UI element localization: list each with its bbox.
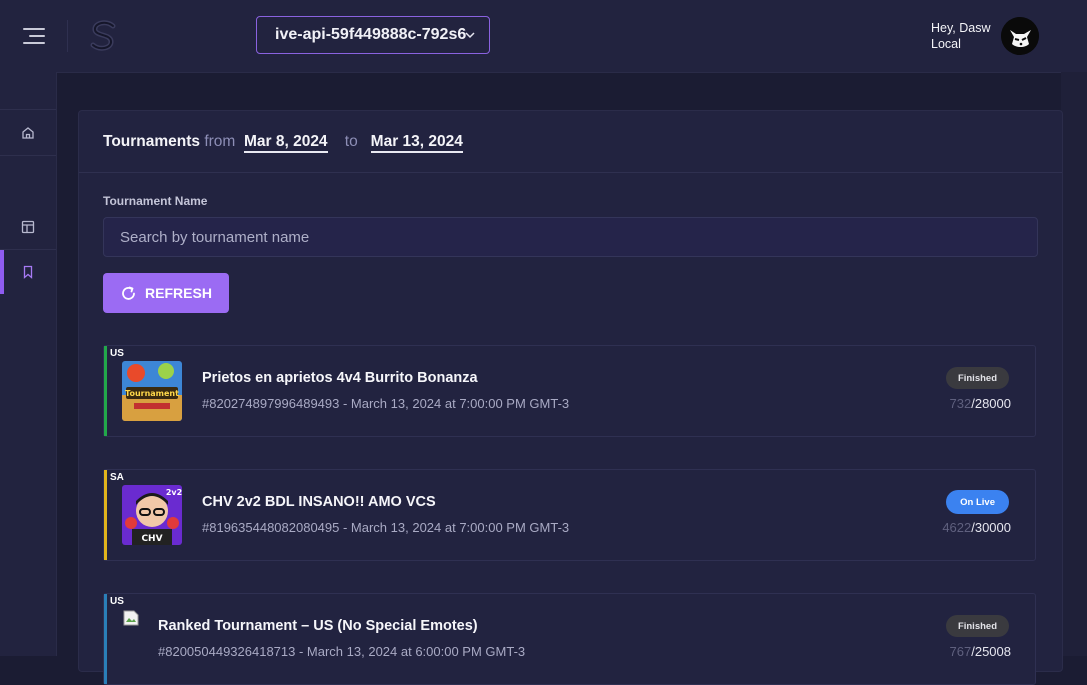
region-accent	[104, 346, 107, 436]
to-date[interactable]: Mar 13, 2024	[370, 133, 463, 153]
player-count-max: /30000	[971, 520, 1011, 535]
active-indicator	[0, 250, 4, 294]
menu-icon[interactable]	[23, 28, 45, 44]
search-input[interactable]	[103, 217, 1038, 257]
tournament-thumbnail: Tournament	[122, 361, 182, 421]
tournament-name: Ranked Tournament – US (No Special Emote…	[158, 618, 478, 634]
sidebar-item-home[interactable]	[0, 111, 56, 155]
player-count-current: 4622	[942, 520, 972, 535]
tournaments-card: Tournaments from Mar 8, 2024 to Mar 13, …	[78, 110, 1063, 685]
user-greeting: Hey, Dasw Local	[931, 20, 991, 52]
environment-select-value: ive-api-59f449888c-792s6	[275, 26, 467, 43]
title-text: Tournaments	[103, 133, 201, 150]
svg-text:CHV: CHV	[141, 534, 162, 544]
region-accent	[104, 470, 107, 560]
avatar[interactable]	[1001, 17, 1039, 55]
cat-avatar-icon	[1001, 17, 1039, 55]
home-icon	[22, 127, 34, 139]
to-label: to	[344, 133, 358, 150]
player-count-max: /28000	[971, 396, 1011, 411]
topbar-divider	[67, 20, 68, 52]
scrollbar-header	[1061, 0, 1087, 72]
sidebar	[0, 72, 57, 656]
player-count: 767/25008	[950, 644, 1011, 659]
refresh-button[interactable]: REFRESH	[103, 273, 229, 313]
player-count: 732/28000	[950, 396, 1011, 411]
player-count-current: 767	[949, 644, 972, 659]
tournament-name-label: Tournament Name	[103, 194, 208, 208]
player-count-current: 732	[949, 396, 972, 411]
tournament-meta: #819635448082080495 - March 13, 2024 at …	[202, 520, 570, 535]
tournament-row[interactable]: US Tournament Prietos en aprietos 4v4 Bu…	[103, 345, 1036, 437]
sidebar-item-bookmark[interactable]	[0, 250, 56, 294]
sidebar-item-layout[interactable]	[0, 205, 56, 249]
tournament-thumbnail: CHV 2v2	[122, 485, 182, 545]
app-logo-icon	[90, 20, 116, 51]
chevron-down-icon	[465, 32, 475, 39]
status-badge: Finished	[945, 367, 1009, 389]
region-label: US	[110, 596, 124, 607]
top-bar: ive-api-59f449888c-792s6 Hey, Dasw Local	[0, 0, 1087, 73]
from-date[interactable]: Mar 8, 2024	[243, 133, 328, 153]
player-count: 4622/30000	[942, 520, 1011, 535]
environment-label: Local	[931, 37, 961, 51]
refresh-icon	[122, 286, 135, 300]
tournament-name: CHV 2v2 BDL INSANO!! AMO VCS	[202, 494, 436, 510]
bookmark-icon	[23, 265, 33, 279]
tournament-meta: #820050449326418713 - March 13, 2024 at …	[158, 644, 526, 659]
refresh-label: REFRESH	[145, 285, 212, 301]
environment-select[interactable]: ive-api-59f449888c-792s6	[256, 16, 490, 54]
tournament-row[interactable]: US Ranked Tournament – US (No Special Em…	[103, 593, 1036, 685]
page-title: Tournaments from Mar 8, 2024 to Mar 13, …	[103, 133, 463, 153]
status-badge: Finished	[945, 615, 1009, 637]
tournament-meta: #820274897996489493 - March 13, 2024 at …	[202, 396, 570, 411]
from-label: from	[204, 133, 236, 150]
broken-image-icon	[123, 610, 139, 626]
region-label: US	[110, 348, 124, 359]
status-badge: On Live	[946, 490, 1009, 514]
sidebar-divider	[0, 155, 56, 156]
region-label: SA	[110, 472, 124, 483]
svg-text:Tournament: Tournament	[125, 389, 179, 398]
tournament-name: Prietos en aprietos 4v4 Burrito Bonanza	[202, 370, 478, 386]
region-accent	[104, 594, 107, 684]
card-header: Tournaments from Mar 8, 2024 to Mar 13, …	[79, 111, 1062, 173]
greeting-text: Hey, Dasw	[931, 21, 991, 35]
scrollbar[interactable]	[1061, 72, 1087, 656]
sidebar-divider	[0, 109, 56, 110]
tournament-row[interactable]: SA CHV 2v2 CHV 2v2 BDL INSANO!! AMO VCS …	[103, 469, 1036, 561]
layout-icon	[21, 220, 35, 234]
svg-text:2v2: 2v2	[166, 488, 182, 497]
player-count-max: /25008	[971, 644, 1011, 659]
